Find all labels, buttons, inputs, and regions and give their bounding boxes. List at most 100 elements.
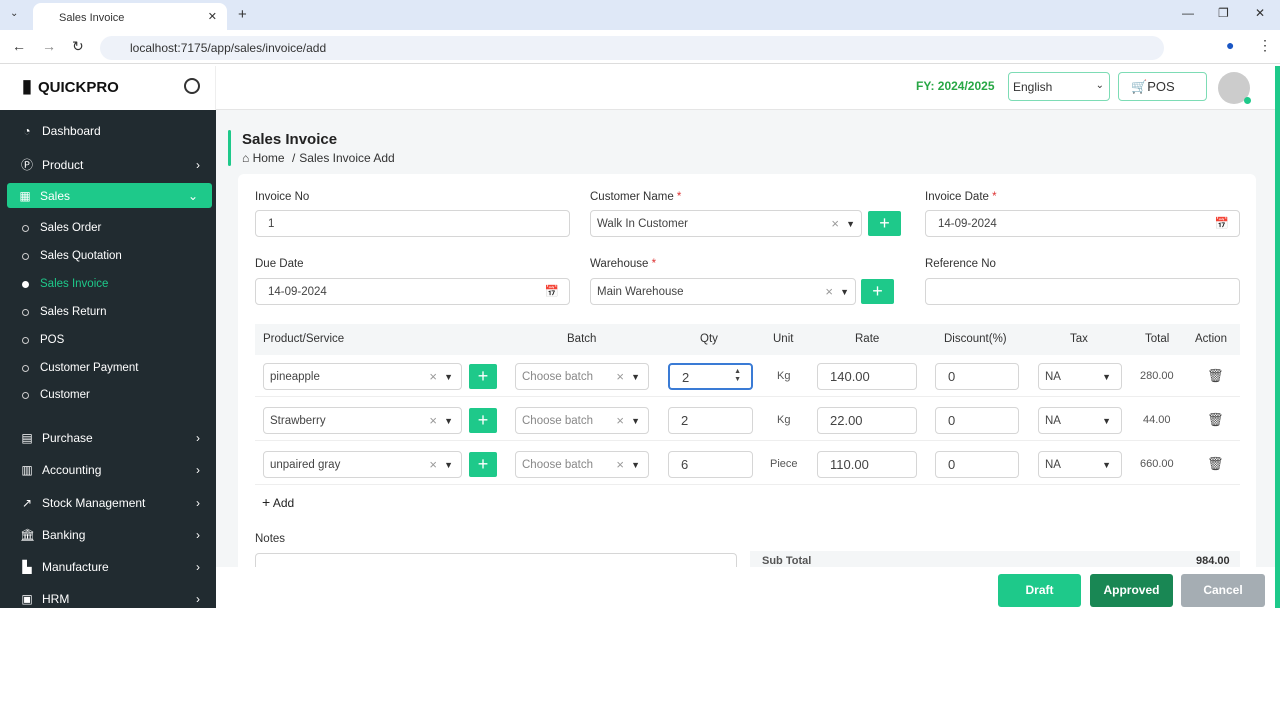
clear-icon[interactable]: × [429, 369, 437, 384]
calendar-icon[interactable]: 📅 [1215, 216, 1229, 230]
tax-select[interactable]: NA ▼ [1038, 407, 1122, 434]
close-tab-icon[interactable]: ✕ [208, 10, 217, 23]
reference-input[interactable] [925, 278, 1240, 305]
batch-select[interactable]: Choose batch × ▼ [515, 363, 649, 390]
calendar-icon[interactable]: 📅 [545, 284, 559, 298]
browser-tab[interactable]: Sales Invoice ✕ [33, 3, 227, 30]
invoice-no-label: Invoice No [255, 191, 310, 203]
qty-input[interactable]: 6 [668, 451, 753, 478]
avatar[interactable] [1218, 72, 1251, 104]
clear-icon[interactable]: × [616, 413, 624, 428]
close-window-icon[interactable]: ✕ [1255, 6, 1265, 20]
qty-input[interactable]: 2 [668, 407, 753, 434]
add-product-button[interactable]: + [469, 452, 497, 477]
minimize-icon[interactable]: — [1182, 6, 1194, 20]
sidebar-sub-sales-return[interactable]: Sales Return [22, 306, 106, 318]
trash-icon[interactable]: 🗑 [1207, 456, 1224, 472]
customer-select[interactable]: Walk In Customer × ▼ [590, 210, 862, 237]
profile-icon[interactable]: ● [1226, 37, 1234, 53]
sidebar-sub-sales-quotation[interactable]: Sales Quotation [22, 250, 122, 262]
sidebar-item-sales-label[interactable]: ▦ Sales ⌄ [18, 189, 198, 203]
sidebar-toggle-icon[interactable] [184, 78, 200, 94]
clear-icon[interactable]: × [616, 369, 624, 384]
logo-area: ▮ QUICKPRO [0, 66, 216, 110]
add-customer-button[interactable]: + [868, 211, 901, 236]
sidebar-sub-sales-order[interactable]: Sales Order [22, 222, 101, 234]
date-value: 14-09-2024 [268, 286, 327, 298]
add-warehouse-button[interactable]: + [861, 279, 894, 304]
add-product-button[interactable]: + [469, 408, 497, 433]
clear-icon[interactable]: × [429, 457, 437, 472]
sidebar-item-accounting[interactable]: ▥ Accounting › [20, 463, 200, 477]
subtotal-value: 984.00 [1196, 555, 1230, 567]
sidebar-sub-customer[interactable]: Customer [22, 389, 90, 401]
sidebar-item-banking[interactable]: 🏛 Banking › [20, 528, 200, 542]
label: HRM [42, 592, 70, 606]
qty-value: 6 [681, 457, 689, 472]
trash-icon[interactable]: 🗑 [1207, 368, 1224, 384]
restore-icon[interactable]: ❐ [1218, 6, 1229, 20]
clear-icon[interactable]: × [616, 457, 624, 472]
clear-icon[interactable]: × [825, 284, 833, 299]
dashboard-icon: ◔ [23, 124, 31, 138]
breadcrumb: ⌂ Home / Sales Invoice Add [242, 151, 395, 165]
product-select[interactable]: unpaired gray × ▼ [263, 451, 462, 478]
discount-input[interactable]: 0 [935, 407, 1019, 434]
scrollbar[interactable] [1275, 66, 1280, 608]
cancel-button[interactable]: Cancel [1181, 574, 1265, 607]
trend-icon: ↗ [21, 496, 33, 510]
invoice-no-input[interactable]: 1 [255, 210, 570, 237]
batch-select[interactable]: Choose batch × ▼ [515, 451, 649, 478]
breadcrumb-home[interactable]: Home [253, 151, 285, 165]
clear-icon[interactable]: × [831, 216, 839, 231]
product-select[interactable]: pineapple × ▼ [263, 363, 462, 390]
batch-select[interactable]: Choose batch × ▼ [515, 407, 649, 434]
rate-input[interactable]: 140.00 [817, 363, 917, 390]
tab-list-icon[interactable]: ⌄ [10, 8, 18, 19]
invoice-date-label: Invoice Date * [925, 191, 997, 203]
sidebar-sub-customer-payment[interactable]: Customer Payment [22, 362, 138, 374]
menu-icon[interactable]: ⋮ [1258, 37, 1272, 54]
approved-button[interactable]: Approved [1090, 574, 1173, 607]
pos-button[interactable]: 🛒POS [1118, 72, 1207, 101]
sidebar-sub-sales-invoice[interactable]: Sales Invoice [22, 278, 108, 290]
plus-icon: + [262, 494, 271, 510]
sidebar-sub-pos[interactable]: POS [22, 334, 64, 346]
tax-select[interactable]: NA ▼ [1038, 451, 1122, 478]
invoice-date-input[interactable]: 14-09-2024 📅 [925, 210, 1240, 237]
forward-icon[interactable]: → [42, 38, 56, 54]
trash-icon[interactable]: 🗑 [1207, 412, 1224, 428]
add-row-button[interactable]: + Add [262, 494, 294, 510]
tax-select[interactable]: NA ▼ [1038, 363, 1122, 390]
chevron-right-icon: › [196, 431, 200, 445]
sidebar-item-hrm[interactable]: ▣ HRM › [20, 592, 200, 606]
notes-textarea[interactable] [255, 553, 737, 567]
clear-icon[interactable]: × [429, 413, 437, 428]
chevron-right-icon: › [196, 560, 200, 574]
spinner-icon[interactable]: ▲ ▼ [734, 368, 741, 384]
sidebar-item-product[interactable]: Ⓟ Product › [20, 156, 200, 173]
back-icon[interactable]: ← [12, 38, 26, 54]
sidebar-item-stock[interactable]: ↗ Stock Management › [20, 496, 200, 510]
due-date-input[interactable]: 14-09-2024 📅 [255, 278, 570, 305]
product-select[interactable]: Strawberry × ▼ [263, 407, 462, 434]
circle-icon [22, 336, 29, 344]
discount-input[interactable]: 0 [935, 451, 1019, 478]
sidebar-item-manufacture[interactable]: ▙ Manufacture › [20, 560, 200, 574]
due-date-label: Due Date [255, 258, 304, 270]
url-field[interactable]: localhost:7175/app/sales/invoice/add [100, 36, 1164, 60]
warehouse-select[interactable]: Main Warehouse × ▼ [590, 278, 856, 305]
sidebar-item-purchase[interactable]: ▤ Purchase › [20, 431, 200, 445]
label: Stock Management [42, 496, 146, 510]
rate-input[interactable]: 22.00 [817, 407, 917, 434]
reload-icon[interactable]: ↻ [72, 38, 84, 55]
draft-button[interactable]: Draft [998, 574, 1081, 607]
required-mark: * [992, 191, 997, 203]
qty-input[interactable]: 2 ▲ ▼ [668, 363, 753, 390]
sidebar-item-dashboard[interactable]: ◔ Dashboard [20, 124, 200, 138]
add-product-button[interactable]: + [469, 364, 497, 389]
new-tab-icon[interactable]: + [238, 6, 247, 23]
discount-input[interactable]: 0 [935, 363, 1019, 390]
language-select[interactable]: English ⌄ [1008, 72, 1110, 101]
rate-input[interactable]: 110.00 [817, 451, 917, 478]
